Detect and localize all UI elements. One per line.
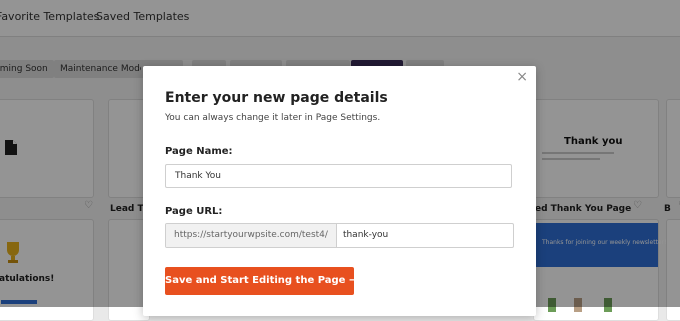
save-and-edit-button[interactable]: Save and Start Editing the Page →: [165, 267, 357, 295]
close-icon[interactable]: ×: [516, 69, 528, 85]
page-url-slug-input[interactable]: thank-you: [337, 224, 513, 247]
url-prefix: https://startyourwpsite.com/test4/: [166, 224, 337, 247]
modal-title: Enter your new page details: [165, 90, 388, 106]
page-details-modal: × Enter your new page details You can al…: [143, 66, 536, 316]
page-url-field: https://startyourwpsite.com/test4/ thank…: [165, 223, 514, 248]
modal-subtitle: You can always change it later in Page S…: [165, 113, 381, 123]
page-name-input[interactable]: Thank You: [165, 164, 512, 188]
page-name-label: Page Name:: [165, 146, 233, 157]
page-url-label: Page URL:: [165, 206, 223, 217]
